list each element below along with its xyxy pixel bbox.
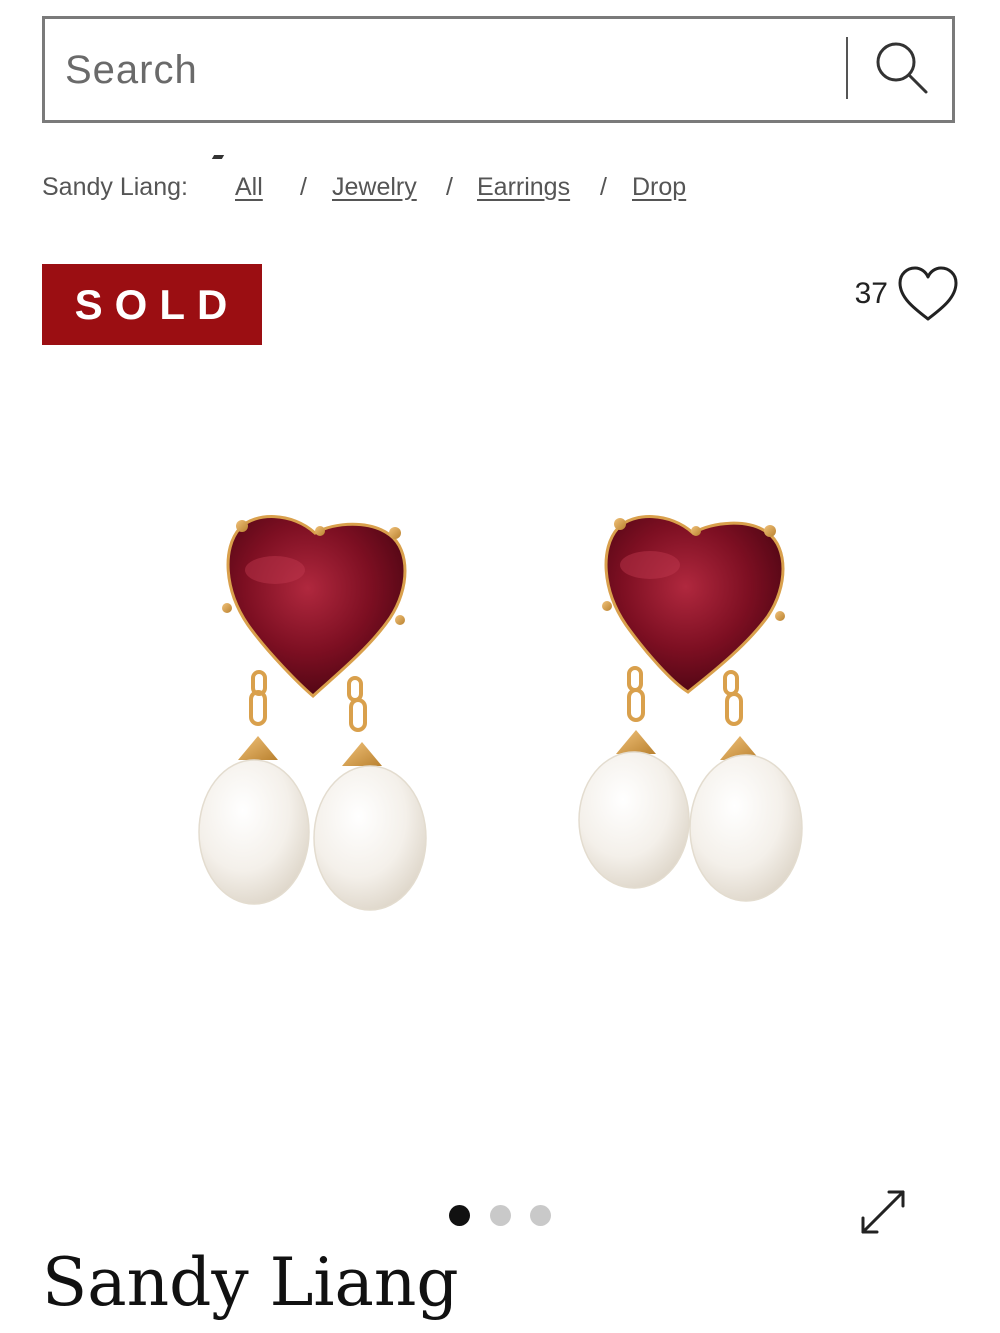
breadcrumb-separator: / <box>600 173 607 201</box>
breadcrumb-item-all[interactable]: All <box>235 170 263 204</box>
product-brand-title: Sandy Liang <box>42 1244 459 1321</box>
search-icon <box>876 42 928 94</box>
product-image[interactable] <box>0 400 1000 1140</box>
expand-arrows-icon <box>861 1190 905 1234</box>
search-divider <box>846 37 848 99</box>
breadcrumb-item-earrings[interactable]: Earrings <box>477 170 570 204</box>
breadcrumb-item-jewelry[interactable]: Jewelry <box>332 170 417 204</box>
carousel-dot-3[interactable] <box>530 1205 551 1226</box>
carousel-dot-2[interactable] <box>490 1205 511 1226</box>
breadcrumb-separator: / <box>446 173 453 201</box>
search-bar <box>42 16 955 123</box>
favorite-button[interactable] <box>897 265 959 323</box>
carousel-dot-1[interactable] <box>449 1205 470 1226</box>
right-earring <box>578 515 803 902</box>
breadcrumb-prefix: Sandy Liang: <box>42 173 188 201</box>
favorite-count: 37 <box>854 277 888 310</box>
left-earring <box>198 515 427 911</box>
search-button[interactable] <box>871 37 933 99</box>
search-input[interactable] <box>65 37 825 103</box>
earrings-illustration <box>198 515 803 911</box>
heart-outline-icon <box>898 266 958 321</box>
breadcrumb-separator: / <box>300 173 307 201</box>
cropped-text-fragment <box>211 155 225 159</box>
sold-badge: SOLD <box>42 264 262 345</box>
breadcrumb-item-drop[interactable]: Drop <box>632 170 686 204</box>
expand-image-button[interactable] <box>855 1184 911 1240</box>
